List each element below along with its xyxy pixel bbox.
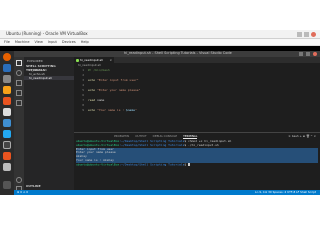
line-number: 5 (82, 88, 84, 92)
line-number: 6 (82, 93, 84, 97)
settings-icon[interactable] (3, 152, 11, 160)
editor-status[interactable]: Ln 9, Col 30 Spaces: 4 UTF-8 LF Shell Sc… (255, 190, 316, 194)
activity-bar (14, 57, 24, 195)
line-number: 7 (82, 98, 84, 102)
vscode-close-icon[interactable] (313, 52, 317, 56)
vscode-icon[interactable] (3, 130, 11, 138)
code-line[interactable]: echo "Your name is : $name" (88, 108, 137, 112)
vm-window-titlebar: Ubuntu (Running) - Oracle VM VirtualBox (0, 30, 320, 39)
code-token: echo (88, 108, 98, 112)
ubuntu-dock (0, 51, 14, 195)
menu-input[interactable]: Input (48, 40, 57, 44)
help-icon[interactable] (3, 119, 11, 127)
line-number: 4 (82, 83, 84, 87)
code-token: echo (88, 88, 98, 92)
close-icon[interactable] (311, 32, 316, 37)
sidebar-header: EXPLORER (27, 59, 43, 63)
firefox-icon[interactable] (3, 53, 11, 61)
extensions-icon[interactable] (16, 100, 22, 106)
screen: Ubuntu (Running) - Oracle VM VirtualBox … (0, 0, 320, 240)
code-token: read (88, 98, 98, 102)
file-item-selected[interactable]: hi_readinput.sh (24, 76, 74, 80)
code-token: "Enter your name please" (97, 88, 141, 92)
code-line[interactable]: read name (88, 98, 104, 102)
code-line[interactable]: #! /bin/bash (88, 68, 110, 72)
explorer-sidebar: EXPLORER SHELL SCRIPTING TUTORIALS hi_co… (24, 57, 74, 195)
problems-status[interactable]: ⊗ 0 ⚠ 0 (17, 190, 28, 194)
search-icon[interactable] (16, 70, 22, 76)
line-number: 2 (82, 73, 84, 77)
files-icon[interactable] (3, 75, 11, 83)
vm-window-title: Ubuntu (Running) - Oracle VM VirtualBox (6, 31, 88, 36)
guest-display: hi_readinput.sh - Shell Scripting Tutori… (0, 46, 320, 195)
account-icon[interactable] (16, 177, 22, 183)
terminal-text: $ ./hi_readinput.sh (184, 142, 219, 147)
editor[interactable]: hi_readinput.sh × hi_readinput.sh 1 #! /b… (74, 57, 320, 132)
prompt-path: :~/Desktop/Shell Scripting Tutorials (119, 142, 185, 147)
source-control-icon[interactable] (16, 80, 22, 86)
status-bar: ⊗ 0 ⚠ 0 Ln 9, Col 30 Spaces: 4 UTF-8 LF … (14, 190, 320, 195)
breadcrumb[interactable]: hi_readinput.sh (78, 63, 101, 67)
rhythmbox-icon[interactable] (3, 86, 11, 94)
line-number: 8 (82, 103, 84, 107)
writer-icon[interactable] (3, 108, 11, 116)
code-line[interactable]: echo "Enter input from user" (88, 78, 139, 82)
software-icon[interactable] (3, 97, 11, 105)
prompt-user: ubuntu@ubuntu-VirtualBox (76, 162, 120, 167)
code-token: "Your name is : (97, 108, 126, 112)
bottom-panel: PROBLEMS OUTPUT DEBUG CONSOLE TERMINAL 1… (74, 132, 320, 190)
menu-view[interactable]: View (35, 40, 43, 44)
line-number: 1 (82, 68, 84, 72)
code-token: #! /bin/bash (88, 68, 110, 72)
vscode-window-title: hi_readinput.sh - Shell Scripting Tutori… (124, 51, 232, 55)
thunderbird-icon[interactable] (3, 64, 11, 72)
tab-close-icon[interactable]: × (109, 57, 112, 63)
debug-icon[interactable] (16, 90, 22, 96)
line-number: 3 (82, 78, 84, 82)
vm-menubar: File Machine View Input Devices Help (0, 39, 320, 46)
code-token: $name (125, 108, 135, 112)
editor-tabs: hi_readinput.sh × (74, 57, 320, 63)
line-number: 9 (82, 108, 84, 112)
code-token: name (97, 98, 105, 102)
maximize-icon[interactable] (304, 32, 309, 37)
menu-machine[interactable]: Machine (15, 40, 30, 44)
terminal-line: ubuntu@ubuntu-VirtualBox:~/Desktop/Shell… (76, 162, 318, 167)
show-apps-icon[interactable] (3, 181, 11, 189)
menu-help[interactable]: Help (81, 40, 89, 44)
menu-file[interactable]: File (4, 40, 10, 44)
menu-devices[interactable]: Devices (62, 40, 76, 44)
code-line[interactable]: echo "Enter your name please" (88, 88, 140, 92)
vscode-minimize-icon[interactable] (299, 52, 303, 56)
code-token: echo (88, 78, 98, 82)
shell-file-icon (76, 58, 79, 62)
terminal-controls[interactable]: 1: bash + ⊟ 🗑 ^ × (288, 134, 316, 138)
code-token: "Enter input from user" (97, 78, 139, 82)
minimize-icon[interactable] (297, 32, 302, 37)
explorer-icon[interactable] (16, 60, 22, 66)
code-token: " (134, 108, 137, 112)
terminal-icon[interactable] (3, 141, 11, 149)
prompt-path: :~/Desktop/Shell Scripting Tutorials (119, 162, 185, 167)
terminal-cursor (188, 162, 191, 166)
outline-section[interactable]: OUTLINE (26, 184, 41, 188)
vscode-maximize-icon[interactable] (306, 52, 310, 56)
trash-icon[interactable] (3, 163, 11, 171)
tab-label: hi_readinput.sh (80, 58, 104, 62)
